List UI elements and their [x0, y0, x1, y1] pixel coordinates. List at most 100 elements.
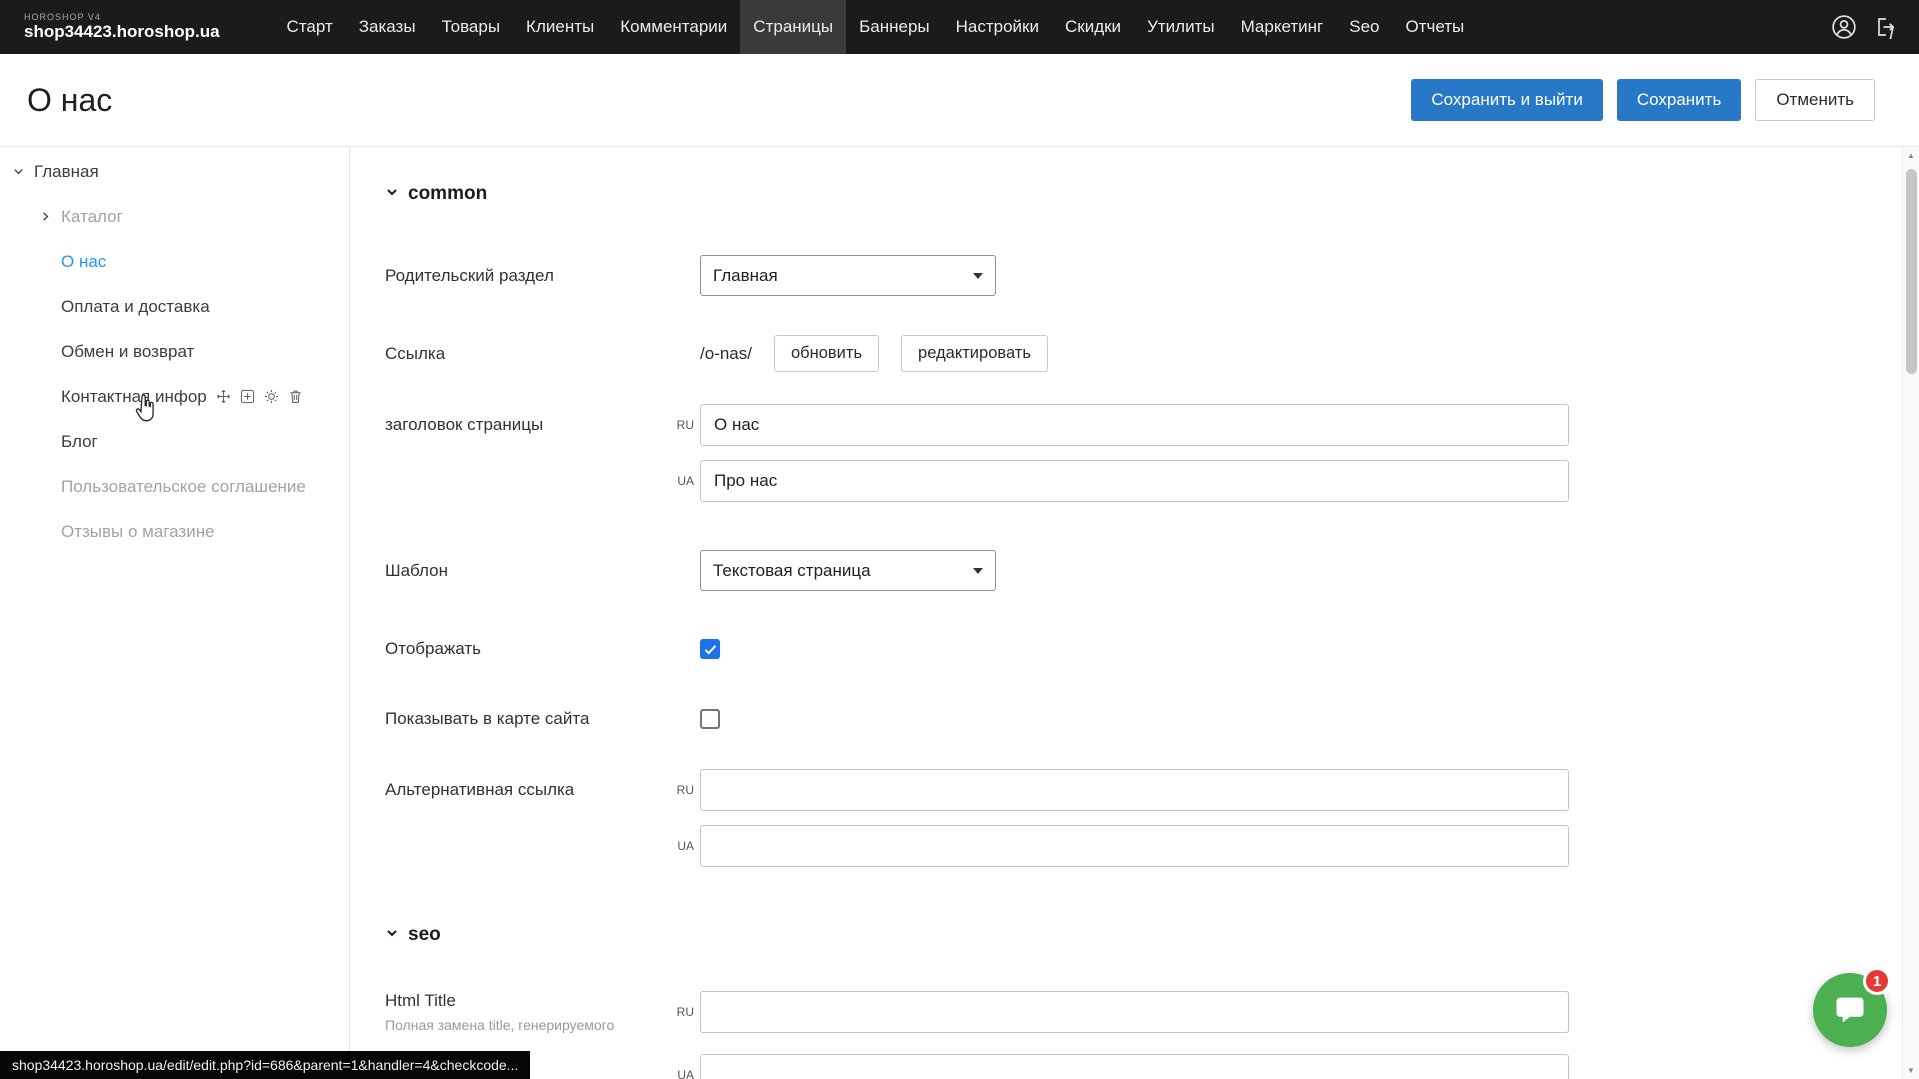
- field-label-page-title: заголовок страницы: [385, 415, 700, 435]
- html-title-ru-input[interactable]: [700, 991, 1569, 1033]
- sitemap-checkbox[interactable]: [700, 709, 720, 729]
- html-title-ua-input[interactable]: [700, 1054, 1569, 1079]
- menu-item-utilities[interactable]: Утилиты: [1134, 0, 1228, 54]
- menu-item-settings[interactable]: Настройки: [943, 0, 1052, 54]
- sidebar-item-obmen-i-vozvrat[interactable]: Обмен и возврат: [0, 329, 349, 374]
- sidebar-item-o-nas[interactable]: О нас: [0, 239, 349, 284]
- lang-badge-ua: UA: [668, 474, 694, 488]
- select-arrow-icon: [973, 568, 983, 574]
- chevron-down-icon: [385, 924, 399, 946]
- select-arrow-icon: [973, 273, 983, 279]
- template-select[interactable]: Текстовая страница: [700, 550, 996, 591]
- section-title: seo: [408, 924, 441, 946]
- sidebar-item-oplata-i-dostavka[interactable]: Оплата и доставка: [0, 284, 349, 329]
- cancel-button[interactable]: Отменить: [1755, 79, 1875, 121]
- content-area: Главная Каталог О нас Оплата и доставка …: [0, 147, 1919, 1079]
- sidebar-item-label: Каталог: [61, 207, 123, 227]
- edit-link-button[interactable]: редактировать: [901, 335, 1048, 372]
- sidebar-item-glavnaya[interactable]: Главная: [0, 149, 349, 194]
- field-label-alt-link: Альтернативная ссылка: [385, 780, 700, 800]
- parent-section-select[interactable]: Главная: [700, 255, 996, 296]
- page-title: О нас: [27, 82, 112, 119]
- alt-link-ua-input[interactable]: [700, 825, 1569, 867]
- menu-item-reports[interactable]: Отчеты: [1392, 0, 1477, 54]
- menu-item-seo[interactable]: Seo: [1336, 0, 1392, 54]
- user-icon[interactable]: [1831, 14, 1857, 40]
- menu-item-marketing[interactable]: Маркетинг: [1228, 0, 1337, 54]
- menu-item-pages[interactable]: Страницы: [740, 0, 846, 54]
- move-icon[interactable]: [216, 389, 231, 404]
- sidebar-item-label: Блог: [61, 432, 98, 452]
- checkmark-icon: [704, 644, 717, 655]
- brand-domain: shop34423.horoshop.ua: [24, 23, 220, 42]
- menu-item-start[interactable]: Старт: [274, 0, 346, 54]
- logout-icon[interactable]: [1873, 15, 1897, 39]
- lang-badge-ru: RU: [668, 783, 694, 797]
- chat-widget-button[interactable]: 1: [1813, 973, 1887, 1047]
- scrollbar[interactable]: ▲ ▼: [1902, 147, 1919, 1079]
- browser-status-bar: shop34423.horoshop.ua/edit/edit.php?id=6…: [0, 1051, 530, 1079]
- field-label-link: Ссылка: [385, 344, 700, 364]
- select-value: Главная: [713, 266, 778, 286]
- field-hint: Полная замена title, генерируемого: [385, 1017, 700, 1033]
- tree-item-actions: [216, 389, 303, 404]
- sidebar-item-blog[interactable]: Блог: [0, 419, 349, 464]
- sidebar-item-otzyvy-o-magazine[interactable]: Отзывы о магазине: [0, 509, 349, 554]
- scroll-up-arrow[interactable]: ▲: [1903, 147, 1919, 164]
- save-and-exit-button[interactable]: Сохранить и выйти: [1411, 79, 1602, 121]
- sidebar-item-label: О нас: [61, 252, 106, 272]
- refresh-link-button[interactable]: обновить: [774, 335, 879, 372]
- lang-badge-ua: UA: [668, 1068, 694, 1079]
- field-label-template: Шаблон: [385, 561, 700, 581]
- field-label-parent-section: Родительский раздел: [385, 266, 700, 286]
- page-edit-form: common Родительский раздел Главная Ссылк…: [350, 147, 1919, 1079]
- menu-item-banners[interactable]: Баннеры: [846, 0, 943, 54]
- chat-icon: [1832, 992, 1868, 1028]
- sidebar-item-katalog[interactable]: Каталог: [0, 194, 349, 239]
- sidebar-item-label: Главная: [34, 162, 99, 182]
- topbar-right-icons: [1831, 14, 1897, 40]
- scroll-down-arrow[interactable]: ▼: [1903, 1062, 1919, 1079]
- sidebar-item-label: Контактная инфор: [61, 387, 207, 407]
- delete-icon[interactable]: [288, 389, 303, 404]
- settings-icon[interactable]: [264, 389, 279, 404]
- field-label-display: Отображать: [385, 639, 700, 659]
- menu-item-products[interactable]: Товары: [429, 0, 513, 54]
- pages-tree-sidebar: Главная Каталог О нас Оплата и доставка …: [0, 147, 350, 1079]
- field-label-text: Html Title: [385, 991, 700, 1011]
- topbar: HOROSHOP V4 shop34423.horoshop.ua Старт …: [0, 0, 1919, 54]
- lang-badge-ru: RU: [668, 1005, 694, 1019]
- menu-item-comments[interactable]: Комментарии: [607, 0, 740, 54]
- menu-item-orders[interactable]: Заказы: [346, 0, 429, 54]
- menu-item-discounts[interactable]: Скидки: [1052, 0, 1134, 54]
- chevron-down-icon: [385, 183, 399, 205]
- sidebar-item-kontaktnaya-informatsiya[interactable]: Контактная инфор: [0, 374, 349, 419]
- add-icon[interactable]: [240, 389, 255, 404]
- lang-badge-ru: RU: [668, 418, 694, 432]
- section-title: common: [408, 183, 487, 205]
- chevron-down-icon: [12, 165, 28, 178]
- sidebar-item-label: Пользовательское соглашение: [61, 477, 306, 497]
- page-url-path: /o-nas/: [700, 344, 752, 364]
- page-title-ru-input[interactable]: [700, 404, 1569, 446]
- page-header: О нас Сохранить и выйти Сохранить Отмени…: [0, 54, 1919, 147]
- brand-logo[interactable]: HOROSHOP V4 shop34423.horoshop.ua: [24, 13, 220, 42]
- sidebar-item-label: Оплата и доставка: [61, 297, 210, 317]
- chevron-right-icon: [39, 210, 55, 223]
- menu-item-clients[interactable]: Клиенты: [513, 0, 607, 54]
- page-title-ua-input[interactable]: [700, 460, 1569, 502]
- chat-unread-badge: 1: [1863, 967, 1891, 995]
- main-menu: Старт Заказы Товары Клиенты Комментарии …: [274, 0, 1478, 54]
- display-checkbox[interactable]: [700, 639, 720, 659]
- sidebar-item-label: Отзывы о магазине: [61, 522, 215, 542]
- field-label-sitemap: Показывать в карте сайта: [385, 709, 700, 729]
- alt-link-ru-input[interactable]: [700, 769, 1569, 811]
- section-common-toggle[interactable]: common: [385, 183, 1859, 205]
- sidebar-item-polzovatelskoe-soglashenie[interactable]: Пользовательское соглашение: [0, 464, 349, 509]
- sidebar-item-label: Обмен и возврат: [61, 342, 194, 362]
- lang-badge-ua: UA: [668, 839, 694, 853]
- section-seo-toggle[interactable]: seo: [385, 924, 1859, 946]
- scrollbar-thumb[interactable]: [1906, 169, 1917, 374]
- save-button[interactable]: Сохранить: [1617, 79, 1741, 121]
- field-label-html-title: Html Title Полная замена title, генериру…: [385, 991, 700, 1033]
